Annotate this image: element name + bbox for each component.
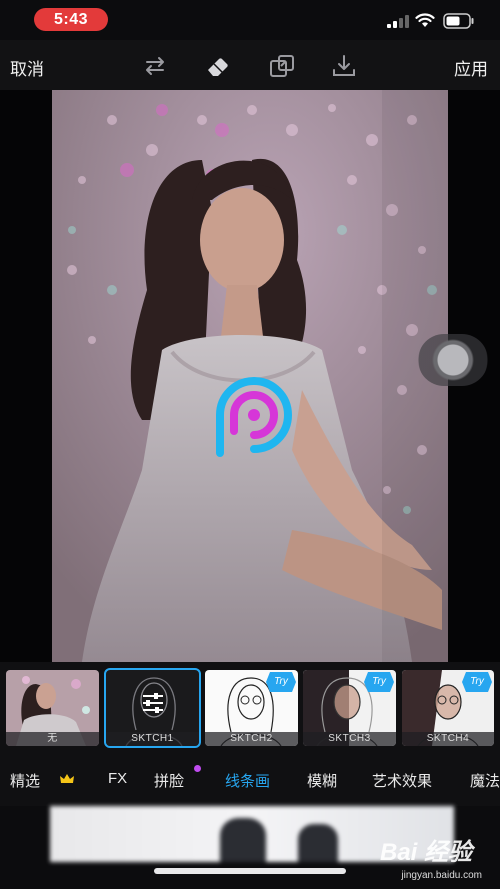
slider-handle[interactable] [418, 334, 488, 386]
battery-icon [443, 13, 474, 29]
status-bar: 5:43 [0, 0, 500, 40]
category-tabs: 精选 FX 拼脸 线条画 模糊 艺术效果 魔法 [0, 750, 500, 806]
cellular-signal-icon [387, 14, 409, 28]
home-indicator[interactable] [154, 868, 346, 874]
filter-thumb-sktch3[interactable]: Try SKTCH3 [303, 670, 396, 746]
filter-label: 无 [6, 732, 99, 746]
compare-icon[interactable] [268, 52, 296, 80]
apply-button[interactable]: 应用 [454, 55, 488, 80]
try-badge-text-wrap: Try [266, 670, 296, 694]
try-badge-text: Try [470, 676, 484, 687]
filter-thumb-sktch4[interactable]: Try SKTCH4 [402, 670, 494, 746]
cancel-button[interactable]: 取消 [10, 55, 44, 80]
tab-line-drawing[interactable]: 线条画 [225, 770, 270, 791]
editor-canvas [0, 90, 500, 662]
filter-strip: 无 SKTCH1 Try SKTCH2 Try SKTCH3 Try SKTCH… [0, 662, 500, 750]
adjust-sliders-icon[interactable] [140, 690, 166, 716]
try-badge-text-wrap: Try [364, 670, 394, 694]
filter-thumb-sktch2[interactable]: Try SKTCH2 [205, 670, 298, 746]
eraser-icon[interactable] [204, 52, 232, 80]
try-badge-text-wrap: Try [462, 670, 492, 694]
new-badge-dot [194, 765, 201, 772]
tab-magic[interactable]: 魔法 [470, 770, 500, 791]
filter-label: SKTCH2 [205, 732, 298, 746]
watermark-main: Bai 经验 [379, 839, 472, 866]
baidu-watermark: Bai 经验 jingyan.baidu.com [338, 832, 488, 886]
swap-icon[interactable] [141, 52, 169, 80]
picsart-logo [216, 377, 292, 457]
crown-icon [60, 774, 74, 783]
filter-label: SKTCH3 [303, 732, 396, 746]
tab-featured[interactable]: 精选 [10, 770, 40, 791]
watermark-url: jingyan.baidu.com [401, 870, 482, 881]
filter-thumb-sktch1[interactable]: SKTCH1 [104, 668, 201, 748]
tab-artistic[interactable]: 艺术效果 [372, 770, 432, 791]
wifi-icon [415, 13, 435, 27]
filter-label: SKTCH1 [106, 732, 199, 746]
ad-figure [298, 824, 338, 862]
tab-face-swap[interactable]: 拼脸 [154, 770, 184, 791]
try-badge-text: Try [372, 676, 386, 687]
try-badge-text: Try [274, 676, 288, 687]
filter-label: SKTCH4 [402, 732, 494, 746]
status-time: 5:43 [34, 8, 108, 31]
tab-blur[interactable]: 模糊 [307, 770, 337, 791]
tab-fx[interactable]: FX [108, 770, 127, 787]
ad-figure [220, 818, 266, 862]
download-icon[interactable] [330, 52, 358, 80]
top-toolbar: 取消 应用 [0, 40, 500, 90]
filter-thumb-none[interactable]: 无 [6, 670, 99, 746]
